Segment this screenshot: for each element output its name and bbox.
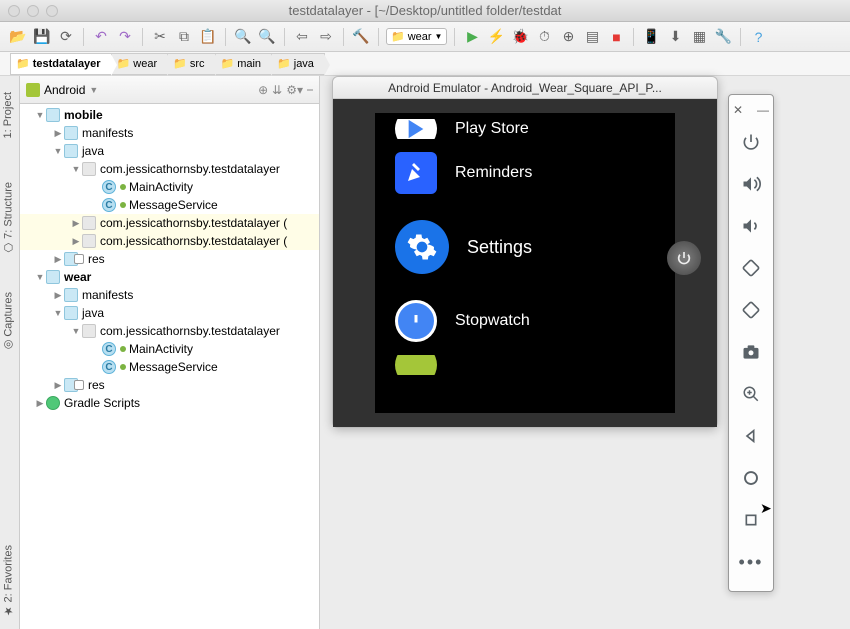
app-partial-bottom[interactable] bbox=[375, 355, 675, 375]
emulator-overview-icon[interactable] bbox=[729, 499, 773, 541]
node-mobile-pkg[interactable]: ▼com.jessicathornsby.testdatalayer bbox=[20, 160, 319, 178]
node-mobile-pkg2[interactable]: ▶com.jessicathornsby.testdatalayer ( bbox=[20, 214, 319, 232]
sdk-icon[interactable]: ⬇ bbox=[665, 27, 685, 47]
project-mode: Android bbox=[44, 83, 85, 97]
emulator-rotate-right-icon[interactable] bbox=[729, 289, 773, 331]
crumb-main[interactable]: 📁main bbox=[215, 53, 273, 75]
emulator-power-icon[interactable] bbox=[729, 121, 773, 163]
node-mobile-manifests[interactable]: ▶manifests bbox=[20, 124, 319, 142]
crumb-java[interactable]: 📁java bbox=[271, 53, 325, 75]
crumb-src[interactable]: 📁src bbox=[167, 53, 215, 75]
node-mobile-messageservice[interactable]: CMessageService bbox=[20, 196, 319, 214]
editor-area: Android Emulator - Android_Wear_Square_A… bbox=[320, 76, 850, 629]
attach-icon[interactable]: ⊕ bbox=[558, 27, 578, 47]
replace-icon[interactable]: 🔍 bbox=[257, 27, 277, 47]
emulator-volume-up-icon[interactable] bbox=[729, 163, 773, 205]
app-reminders[interactable]: Reminders bbox=[375, 139, 675, 207]
emulator-toolbar: ✕ — ••• bbox=[728, 94, 774, 592]
window-titlebar: testdatalayer - [~/Desktop/untitled fold… bbox=[0, 0, 850, 22]
emulator-window[interactable]: Android Emulator - Android_Wear_Square_A… bbox=[332, 76, 718, 428]
crumb-wear[interactable]: 📁wear bbox=[111, 53, 169, 75]
emulator-more-icon[interactable]: ••• bbox=[729, 541, 773, 583]
node-gradle[interactable]: ▶Gradle Scripts bbox=[20, 394, 319, 412]
open-icon[interactable]: 📂 bbox=[8, 27, 28, 47]
left-tool-gutter: 1: Project ⬡ 7: Structure ◎ Captures ★ 2… bbox=[0, 76, 20, 629]
emulator-screenshot-icon[interactable] bbox=[729, 331, 773, 373]
node-wear-mainactivity[interactable]: CMainActivity bbox=[20, 340, 319, 358]
node-mobile[interactable]: ▼mobile bbox=[20, 106, 319, 124]
tab-project[interactable]: 1: Project bbox=[0, 86, 20, 144]
forward-icon[interactable]: ⇨ bbox=[316, 27, 336, 47]
collapse-icon[interactable]: ⇊ bbox=[272, 83, 282, 97]
debug-icon[interactable]: 🐞 bbox=[510, 27, 530, 47]
app-playstore[interactable]: Play Store bbox=[375, 119, 675, 139]
run-config-label: wear bbox=[408, 31, 432, 43]
emulator-close-icon[interactable]: ✕ bbox=[733, 103, 743, 121]
redo-icon[interactable]: ↷ bbox=[115, 27, 135, 47]
find-icon[interactable]: 🔍 bbox=[233, 27, 253, 47]
emulator-home-icon[interactable] bbox=[729, 457, 773, 499]
project-header[interactable]: Android ▼ ⊕ ⇊ ⚙▾ ⎯ bbox=[20, 76, 319, 104]
emulator-frame: Play Store Reminders Settings Stopwatch bbox=[333, 99, 717, 427]
coverage-icon[interactable]: ▤ bbox=[582, 27, 602, 47]
device-icon[interactable]: 🔧 bbox=[713, 27, 733, 47]
node-mobile-pkg3[interactable]: ▶com.jessicathornsby.testdatalayer ( bbox=[20, 232, 319, 250]
emulator-volume-down-icon[interactable] bbox=[729, 205, 773, 247]
profile-icon[interactable]: ⏱ bbox=[534, 27, 554, 47]
app-stopwatch[interactable]: Stopwatch bbox=[375, 287, 675, 355]
emulator-rotate-left-icon[interactable] bbox=[729, 247, 773, 289]
emulator-power-button[interactable] bbox=[667, 241, 701, 275]
run-icon[interactable]: ▶ bbox=[462, 27, 482, 47]
emulator-screen[interactable]: Play Store Reminders Settings Stopwatch bbox=[375, 113, 675, 413]
main-toolbar: 📂 💾 ⟳ ↶ ↷ ✂ ⧉ 📋 🔍 🔍 ⇦ ⇨ 🔨 📁 wear ▼ ▶ ⚡ 🐞… bbox=[0, 22, 850, 52]
undo-icon[interactable]: ↶ bbox=[91, 27, 111, 47]
node-wear-manifests[interactable]: ▶manifests bbox=[20, 286, 319, 304]
traffic-lights[interactable] bbox=[8, 5, 58, 17]
android-icon bbox=[26, 83, 40, 97]
save-icon[interactable]: 💾 bbox=[32, 27, 52, 47]
cut-icon[interactable]: ✂ bbox=[150, 27, 170, 47]
apply-changes-icon[interactable]: ⚡ bbox=[486, 27, 506, 47]
settings-icon[interactable]: ⚙▾ bbox=[286, 83, 303, 97]
app-settings[interactable]: Settings bbox=[375, 207, 675, 287]
tab-captures[interactable]: ◎ Captures bbox=[0, 286, 20, 358]
help-icon[interactable]: ? bbox=[748, 27, 768, 47]
emulator-zoom-icon[interactable] bbox=[729, 373, 773, 415]
hide-icon[interactable]: ⎯ bbox=[307, 82, 313, 97]
copy-icon[interactable]: ⧉ bbox=[174, 27, 194, 47]
stop-icon[interactable]: ■ bbox=[606, 27, 626, 47]
avd-icon[interactable]: 📱 bbox=[641, 27, 661, 47]
emulator-title: Android Emulator - Android_Wear_Square_A… bbox=[333, 77, 717, 99]
run-config-dropdown[interactable]: 📁 wear ▼ bbox=[386, 28, 447, 45]
node-wear-pkg[interactable]: ▼com.jessicathornsby.testdatalayer bbox=[20, 322, 319, 340]
node-mobile-res[interactable]: ▶res bbox=[20, 250, 319, 268]
node-wear-res[interactable]: ▶res bbox=[20, 376, 319, 394]
emulator-minimize-icon[interactable]: — bbox=[757, 103, 769, 121]
build-icon[interactable]: 🔨 bbox=[351, 27, 371, 47]
paste-icon[interactable]: 📋 bbox=[198, 27, 218, 47]
layout-icon[interactable]: ▦ bbox=[689, 27, 709, 47]
tab-favorites[interactable]: ★ 2: Favorites bbox=[0, 539, 20, 623]
node-mobile-java[interactable]: ▼java bbox=[20, 142, 319, 160]
window-title: testdatalayer - [~/Desktop/untitled fold… bbox=[289, 3, 562, 18]
breadcrumb-bar: 📁testdatalayer 📁wear 📁src 📁main 📁java bbox=[0, 52, 850, 76]
node-wear-java[interactable]: ▼java bbox=[20, 304, 319, 322]
node-wear[interactable]: ▼wear bbox=[20, 268, 319, 286]
sync-icon[interactable]: ⟳ bbox=[56, 27, 76, 47]
project-tree[interactable]: ▼mobile ▶manifests ▼java ▼com.jessicatho… bbox=[20, 104, 319, 629]
node-mobile-mainactivity[interactable]: CMainActivity bbox=[20, 178, 319, 196]
crumb-root[interactable]: 📁testdatalayer bbox=[10, 53, 112, 75]
node-wear-messageservice[interactable]: CMessageService bbox=[20, 358, 319, 376]
emulator-back-icon[interactable] bbox=[729, 415, 773, 457]
target-icon[interactable]: ⊕ bbox=[258, 83, 268, 97]
back-icon[interactable]: ⇦ bbox=[292, 27, 312, 47]
project-panel: Android ▼ ⊕ ⇊ ⚙▾ ⎯ ▼mobile ▶manifests ▼j… bbox=[20, 76, 320, 629]
tab-structure[interactable]: ⬡ 7: Structure bbox=[0, 176, 20, 260]
